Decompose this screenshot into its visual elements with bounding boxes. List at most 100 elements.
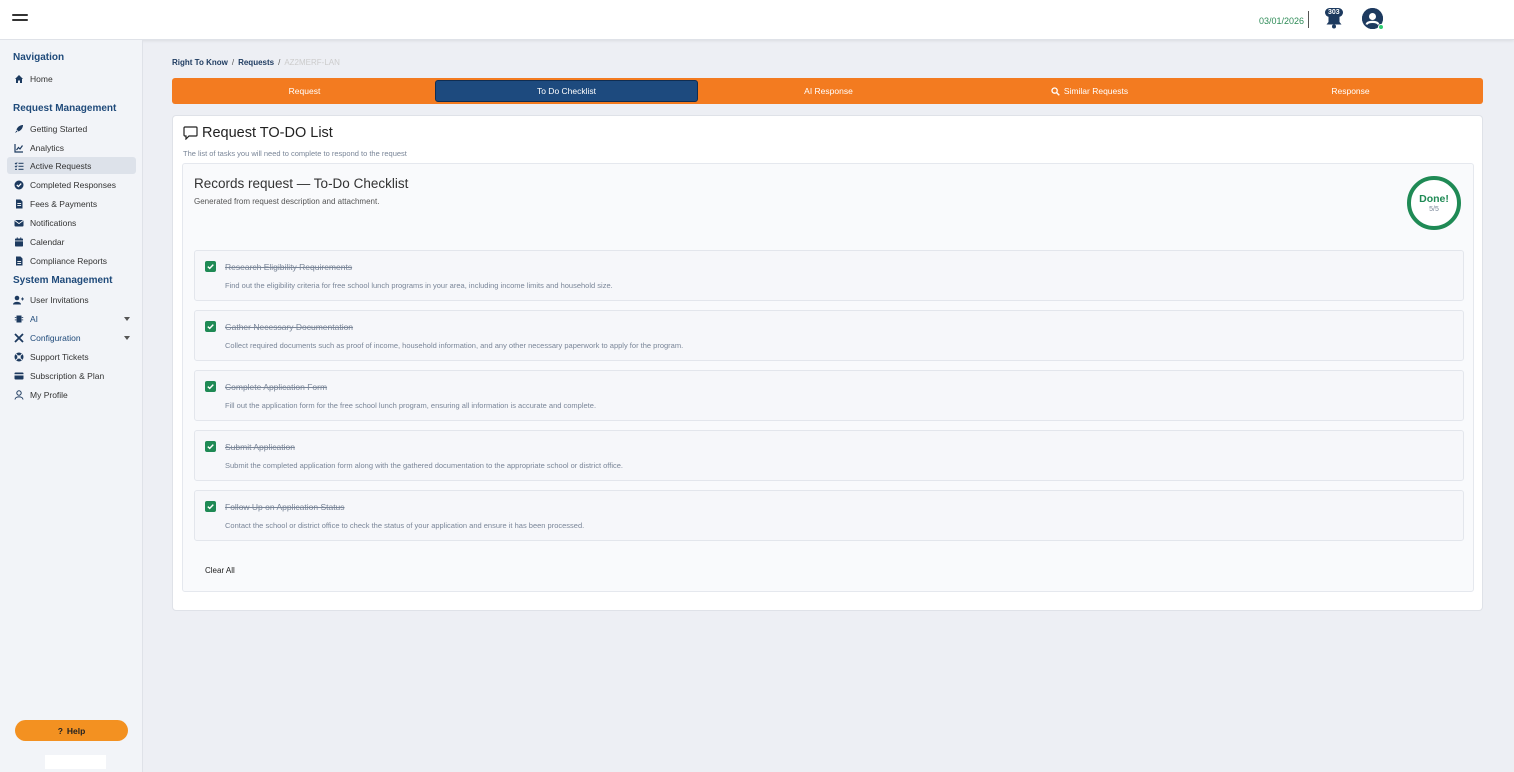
help-label: Help (66, 725, 86, 736)
sidebar-item-subscription-plan[interactable]: Subscription & Plan (7, 367, 136, 384)
lifebuoy-icon (13, 351, 24, 362)
sidebar-item-analytics[interactable]: Analytics (7, 139, 136, 156)
sidebar-item-ai[interactable]: AI (7, 310, 136, 327)
sidebar-item-label: Configuration (30, 332, 81, 343)
home-icon (13, 73, 24, 84)
header-divider (1308, 11, 1309, 28)
task-title: Gather Necessary Documentation (225, 322, 354, 332)
invoice-icon (13, 198, 24, 209)
online-status-dot (1378, 24, 1384, 30)
completion-count: 5/5 (1429, 206, 1439, 213)
task-item: Submit Application Submit the completed … (194, 430, 1464, 481)
todo-card: Request TO-DO List The list of tasks you… (172, 115, 1483, 611)
task-checkbox[interactable] (205, 321, 216, 332)
sidebar-item-label: User Invitations (30, 294, 89, 305)
tab-ai-response[interactable]: AI Response (698, 80, 959, 102)
sidebar-item-completed-responses[interactable]: Completed Responses (7, 176, 136, 193)
task-checkbox[interactable] (205, 261, 216, 272)
task-title: Research Eligibility Requirements (225, 262, 353, 272)
task-description: Submit the completed application form al… (225, 461, 624, 470)
tab-similar-requests[interactable]: Similar Requests (959, 80, 1220, 102)
sidebar-item-getting-started[interactable]: Getting Started (7, 120, 136, 137)
sidebar-item-label: Notifications (30, 217, 77, 228)
sidebar-item-label: Fees & Payments (30, 198, 98, 209)
sidebar-section-system-management: System Management (13, 275, 113, 286)
task-title: Complete Application Form (225, 382, 328, 392)
card-title-text: Request TO-DO List (202, 125, 333, 141)
help-button[interactable]: ? Help (15, 720, 128, 741)
tab-label: Similar Requests (1063, 86, 1129, 96)
sidebar-item-label: Compliance Reports (30, 255, 108, 266)
breadcrumb-separator: / (231, 58, 235, 67)
chip-icon (13, 313, 24, 324)
sidebar-item-label: Active Requests (30, 160, 92, 171)
sidebar-item-support-tickets[interactable]: Support Tickets (7, 348, 136, 365)
tab-to-do-checklist[interactable]: To Do Checklist (435, 80, 698, 102)
breadcrumb-link-requests[interactable]: Requests (238, 58, 274, 67)
sidebar-section-request-management: Request Management (13, 103, 117, 114)
request-tabs: Request To Do Checklist AI Response Simi… (172, 78, 1483, 104)
sidebar-item-label: Analytics (30, 142, 65, 153)
task-item: Complete Application Form Fill out the a… (194, 370, 1464, 421)
sidebar-item-label: Completed Responses (30, 179, 116, 190)
sidebar-item-label: My Profile (30, 389, 68, 400)
sidebar-item-label: Support Tickets (30, 351, 89, 362)
card-title: Request TO-DO List (183, 125, 333, 141)
sidebar-item-fees-payments[interactable]: Fees & Payments (7, 195, 136, 212)
tab-request[interactable]: Request (174, 80, 435, 102)
task-title: Submit Application (225, 442, 295, 452)
task-checkbox[interactable] (205, 441, 216, 452)
breadcrumb-current: AZ2MERF-LAN (284, 58, 340, 67)
file-icon (13, 255, 24, 266)
task-description: Collect required documents such as proof… (225, 341, 684, 350)
breadcrumb-link-right-to-know[interactable]: Right To Know (172, 58, 228, 67)
task-checkbox[interactable] (205, 381, 216, 392)
chevron-down-icon (124, 336, 130, 340)
hamburger-menu-icon[interactable] (12, 14, 28, 26)
task-item: Research Eligibility Requirements Find o… (194, 250, 1464, 301)
sidebar-item-label: AI (30, 313, 39, 324)
checklist-title: Records request — To-Do Checklist (194, 176, 409, 191)
task-description: Contact the school or district office to… (225, 521, 585, 530)
user-icon (13, 389, 24, 400)
sidebar-item-compliance-reports[interactable]: Compliance Reports (7, 252, 136, 269)
sidebar-footer-box (45, 755, 106, 769)
sidebar: Navigation Home Request Management Getti… (0, 40, 143, 772)
chevron-down-icon (124, 317, 130, 321)
sidebar-item-my-profile[interactable]: My Profile (7, 386, 136, 403)
completion-label: Done! (1419, 193, 1449, 205)
tools-icon (13, 332, 24, 343)
search-icon (1051, 86, 1060, 96)
chart-line-icon (13, 142, 24, 153)
sidebar-item-active-requests[interactable]: Active Requests (7, 157, 136, 174)
tab-response[interactable]: Response (1220, 80, 1481, 102)
sidebar-item-label: Home (30, 73, 53, 84)
top-bar: 03/01/2026 303 (0, 0, 1514, 40)
user-avatar[interactable] (1362, 8, 1384, 30)
sidebar-item-configuration[interactable]: Configuration (7, 329, 136, 346)
sidebar-item-home[interactable]: Home (7, 70, 136, 87)
sidebar-item-label: Getting Started (30, 123, 88, 134)
sidebar-item-calendar[interactable]: Calendar (7, 233, 136, 250)
sidebar-item-user-invitations[interactable]: User Invitations (7, 291, 136, 308)
sidebar-section-navigation: Navigation (13, 52, 65, 63)
check-circle-icon (13, 179, 24, 190)
task-checkbox[interactable] (205, 501, 216, 512)
breadcrumb: Right To Know / Requests / AZ2MERF-LAN (172, 58, 340, 67)
task-item: Follow Up on Application Status Contact … (194, 490, 1464, 541)
calendar-icon (13, 236, 24, 247)
task-item: Gather Necessary Documentation Collect r… (194, 310, 1464, 361)
list-check-icon (13, 160, 24, 171)
task-description: Find out the eligibility criteria for fr… (225, 281, 613, 290)
sidebar-item-label: Calendar (30, 236, 65, 247)
notification-count-badge: 303 (1325, 8, 1343, 17)
checklist-panel: Records request — To-Do Checklist Genera… (182, 163, 1474, 592)
sidebar-item-notifications[interactable]: Notifications (7, 214, 136, 231)
task-description: Fill out the application form for the fr… (225, 401, 597, 410)
completion-ring: Done! 5/5 (1407, 176, 1461, 230)
checklist-subtitle: Generated from request description and a… (194, 197, 380, 206)
credit-card-icon (13, 370, 24, 381)
question-icon: ? (57, 725, 63, 736)
rocket-icon (13, 123, 24, 134)
clear-all-button[interactable]: Clear All (205, 566, 235, 575)
